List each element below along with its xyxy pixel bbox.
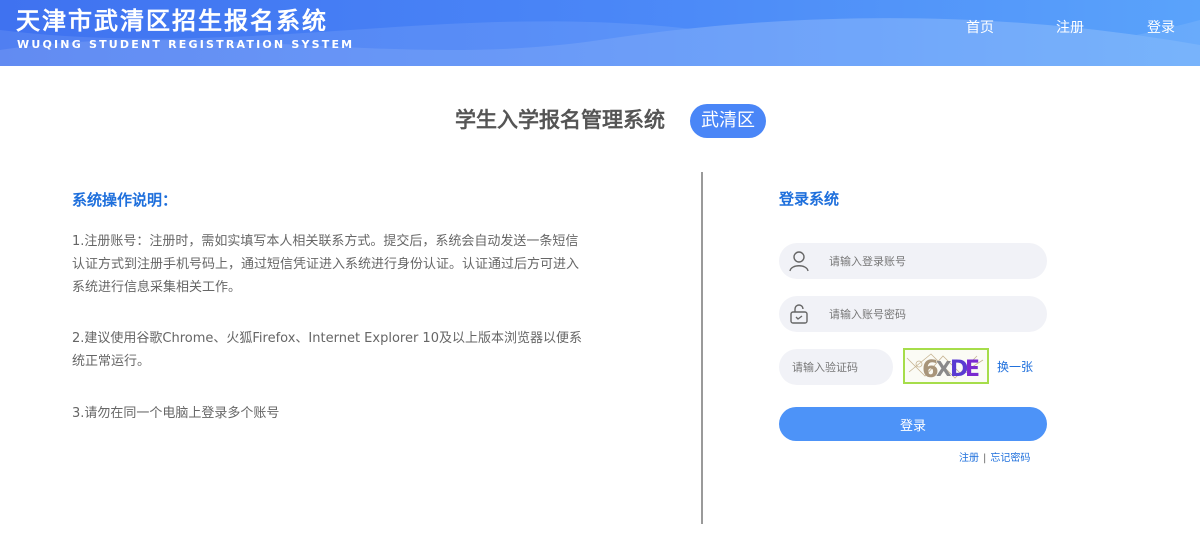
captcha-image[interactable]: 6 X D E bbox=[903, 348, 989, 384]
lock-icon bbox=[790, 304, 808, 324]
header-bar: 天津市武清区招生报名系统 WUQING STUDENT REGISTRATION… bbox=[0, 0, 1200, 66]
captcha-char-4: E bbox=[965, 357, 980, 382]
nav-home-link[interactable]: 首页 bbox=[966, 19, 994, 37]
user-icon bbox=[789, 251, 809, 272]
refresh-captcha-link[interactable]: 换一张 bbox=[997, 359, 1033, 375]
captcha-input[interactable] bbox=[792, 349, 888, 385]
username-field bbox=[779, 243, 1047, 279]
username-input[interactable] bbox=[829, 243, 1039, 279]
site-subtitle: WUQING STUDENT REGISTRATION SYSTEM bbox=[17, 38, 355, 51]
instructions-heading: 系统操作说明： bbox=[72, 191, 178, 209]
instruction-item-3: 3.请勿在同一个电脑上登录多个账号 bbox=[72, 406, 280, 421]
instruction-item-1: 1.注册账号：注册时，需如实填写本人相关联系方式。提交后，系统会自动发送一条短信… bbox=[72, 234, 580, 295]
login-heading: 登录系统 bbox=[779, 190, 840, 208]
captcha-graphic: 6 X D E bbox=[906, 353, 984, 382]
register-link[interactable]: 注册 bbox=[959, 453, 979, 464]
system-title: 学生入学报名管理系统 bbox=[455, 108, 665, 132]
password-input[interactable] bbox=[829, 296, 1039, 332]
link-separator: | bbox=[983, 453, 987, 464]
vertical-divider bbox=[701, 172, 703, 524]
login-submit-button[interactable]: 登录 bbox=[779, 407, 1047, 441]
captcha-field bbox=[779, 349, 893, 385]
login-bottom-links: 注册 | 忘记密码 bbox=[959, 452, 1030, 466]
site-title: 天津市武清区招生报名系统 bbox=[16, 7, 328, 35]
instruction-item-2: 2.建议使用谷歌Chrome、火狐Firefox、Internet Explor… bbox=[72, 331, 582, 369]
nav-login-link[interactable]: 登录 bbox=[1147, 19, 1175, 37]
login-page: 天津市武清区招生报名系统 WUQING STUDENT REGISTRATION… bbox=[0, 0, 1200, 540]
nav-register-link[interactable]: 注册 bbox=[1056, 19, 1084, 37]
forgot-password-link[interactable]: 忘记密码 bbox=[990, 453, 1030, 464]
password-field bbox=[779, 296, 1047, 332]
district-badge: 武清区 bbox=[690, 104, 766, 138]
